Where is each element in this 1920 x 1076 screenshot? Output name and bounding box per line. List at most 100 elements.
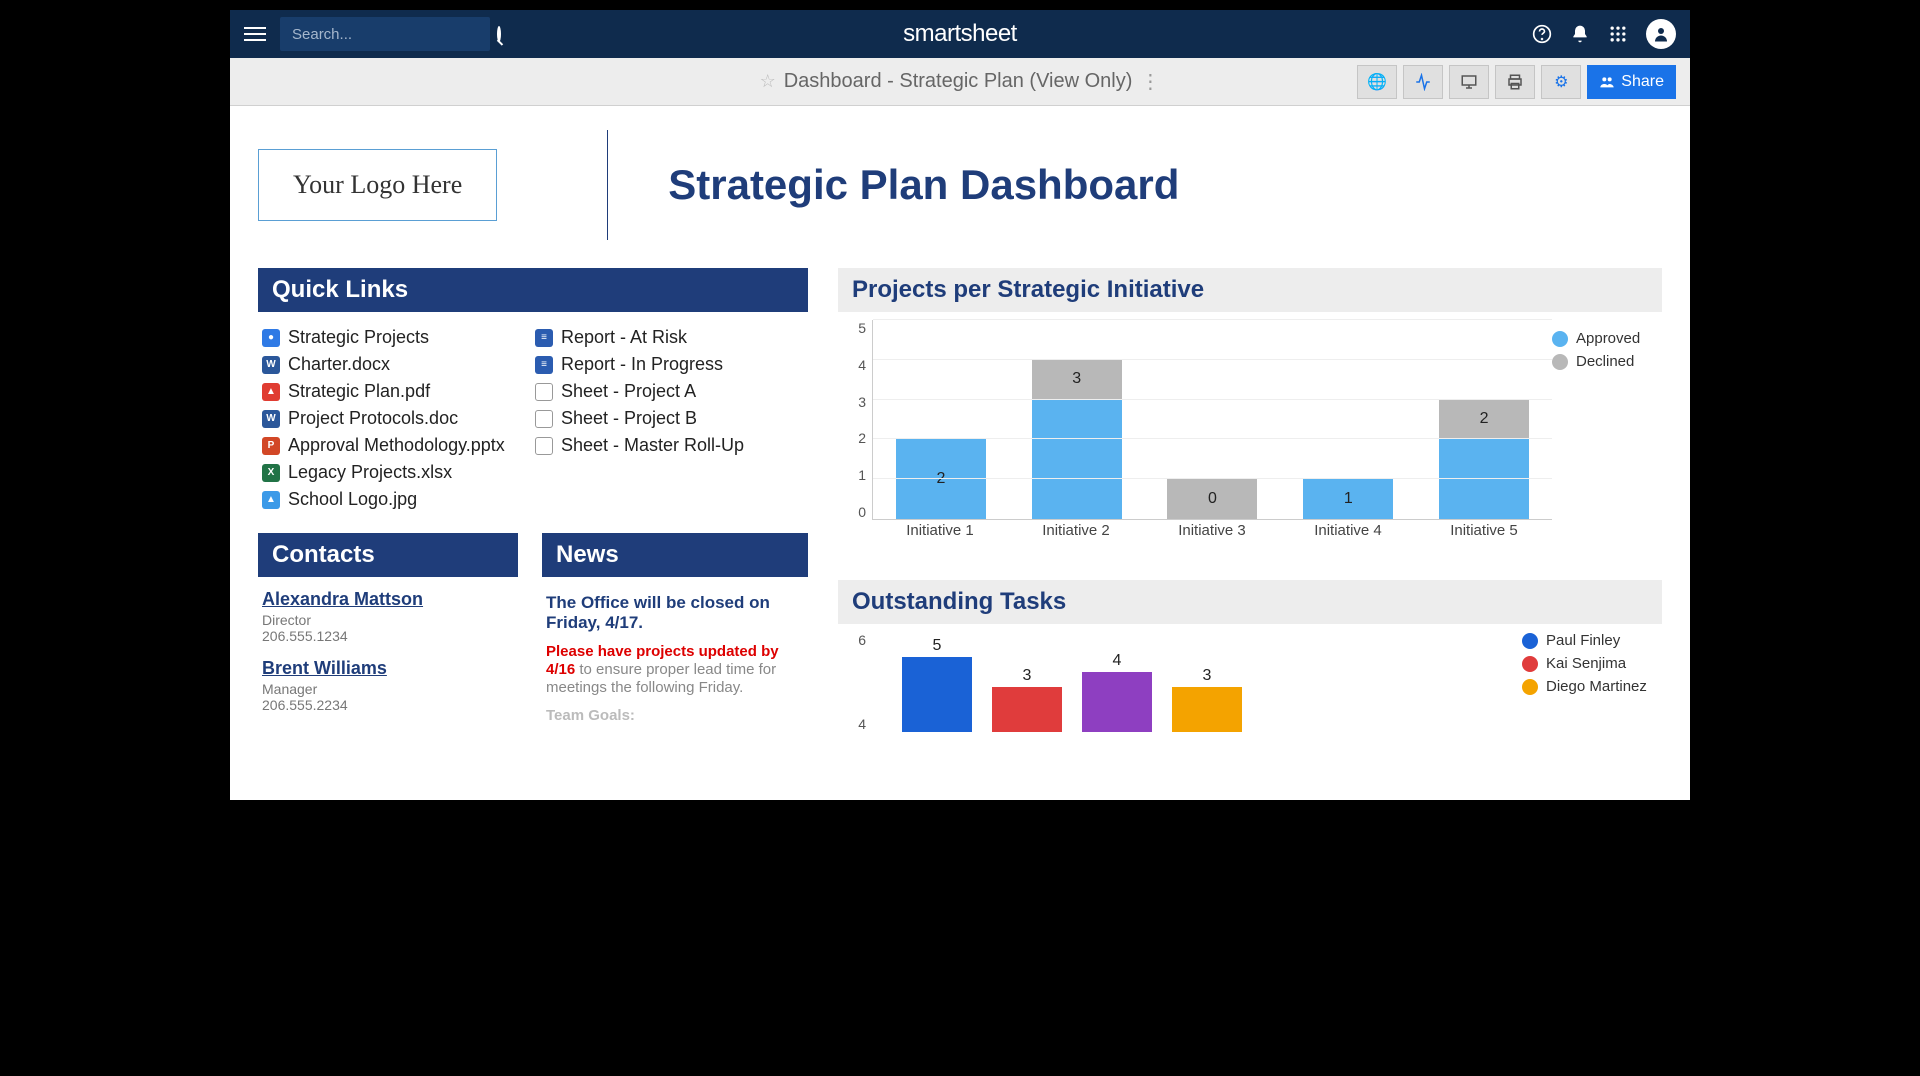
toolbar-actions: 🌐 ⚙ Share	[1357, 65, 1676, 99]
chart2-plot: 5 3 4 3	[872, 632, 1522, 732]
file-icon: W	[262, 356, 280, 374]
chart1-plot: 23012	[872, 320, 1552, 520]
xlabel: Initiative 1	[895, 522, 985, 550]
bar-rect	[1082, 672, 1152, 732]
chart1-xlabels: Initiative 1 Initiative 2 Initiative 3 Init…	[872, 522, 1552, 550]
quick-link-item[interactable]: Sheet - Master Roll-Up	[535, 432, 808, 459]
file-icon	[535, 410, 553, 428]
quick-link-item[interactable]: WCharter.docx	[262, 351, 535, 378]
contacts-panel: Contacts Alexandra Mattson Director 206.55…	[258, 533, 518, 728]
news-team-goals: Team Goals:	[546, 707, 804, 724]
document-title-area: ☆ Dashboard - Strategic Plan (View Only)…	[760, 69, 1161, 94]
contact-name[interactable]: Alexandra Mattson	[262, 589, 518, 610]
xlabel: Initiative 3	[1167, 522, 1257, 550]
document-title: Dashboard - Strategic Plan (View Only)	[784, 70, 1133, 93]
contact-item: Brent WilliamsManager206.555.2234	[262, 658, 518, 713]
legend-item: Declined	[1552, 353, 1662, 370]
chart2-bars: 5 3 4 3	[872, 632, 1522, 732]
quick-link-label: Report - At Risk	[561, 327, 687, 348]
chart1-bars: 23012	[873, 320, 1552, 519]
quick-links-col2: ≡Report - At Risk≡Report - In ProgressSh…	[535, 324, 808, 513]
legend-dot	[1522, 656, 1538, 672]
chart2-header: Outstanding Tasks	[838, 580, 1662, 624]
bar-value-label: 3	[1203, 667, 1212, 685]
chart2-yaxis: 64	[838, 632, 866, 732]
file-icon: ●	[262, 329, 280, 347]
xlabel: Initiative 2	[1031, 522, 1121, 550]
quick-link-label: Strategic Plan.pdf	[288, 381, 430, 402]
activity-button[interactable]	[1403, 65, 1443, 99]
quick-link-item[interactable]: ▲ Strategic Plan.pdf	[262, 378, 535, 405]
globe-button[interactable]: 🌐	[1357, 65, 1397, 99]
bar: 3	[992, 667, 1062, 732]
legend-item: Kai Senjima	[1522, 655, 1662, 672]
chart1-wrap: 012345 23012 Initiative 1Initiative 2Ini…	[838, 320, 1662, 550]
xlabel: Initiative 5	[1439, 522, 1529, 550]
quick-link-item[interactable]: ≡ Report - At Risk	[535, 324, 808, 351]
topbar: smartsheet	[230, 10, 1690, 58]
quick-link-item[interactable]: ▲School Logo.jpg	[262, 486, 535, 513]
contact-phone: 206.555.2234	[262, 697, 518, 713]
chart2-area: 64 5 3 4 3 Paul Finley Kai Senjima Diego Mart…	[838, 632, 1662, 732]
quick-link-label: Project Protocols.doc	[288, 408, 458, 429]
settings-button[interactable]: ⚙	[1541, 65, 1581, 99]
quick-link-item[interactable]: PApproval Methodology.pptx	[262, 432, 535, 459]
contact-item: Alexandra MattsonDirector206.555.1234	[262, 589, 518, 644]
file-icon: ≡	[535, 329, 553, 347]
quick-link-item[interactable]: ≡Report - In Progress	[535, 351, 808, 378]
quick-links-col1: ●Strategic ProjectsWCharter.docx ▲ Strateg…	[262, 324, 535, 513]
legend-label: Paul Finley	[1546, 632, 1620, 649]
bar-group: 0	[1167, 479, 1257, 519]
document-toolbar: ☆ Dashboard - Strategic Plan (View Only)…	[230, 58, 1690, 106]
contact-role: Director	[262, 612, 518, 628]
dashboard-content: Your Logo Here Strategic Plan Dashboard …	[230, 106, 1690, 756]
apps-icon[interactable]	[1608, 24, 1628, 44]
chart1-legend: Approved Declined	[1552, 320, 1662, 550]
star-icon[interactable]: ☆	[760, 71, 776, 92]
search-box[interactable]	[280, 17, 490, 51]
quick-link-label: Sheet - Master Roll-Up	[561, 435, 744, 456]
print-button[interactable]	[1495, 65, 1535, 99]
file-icon	[535, 437, 553, 455]
search-icon[interactable]	[497, 26, 501, 42]
logo-placeholder: Your Logo Here	[258, 149, 497, 221]
contacts-header: Contacts	[258, 533, 518, 577]
quick-link-label: Sheet - Project B	[561, 408, 697, 429]
bar-declined: 0	[1167, 479, 1257, 519]
chart1-header: Projects per Strategic Initiative	[838, 268, 1662, 312]
quick-link-item[interactable]: ●Strategic Projects	[262, 324, 535, 351]
news-body: The Office will be closed on Friday, 4/1…	[542, 589, 808, 728]
bar-rect	[992, 687, 1062, 732]
quick-link-item[interactable]: Sheet - Project B	[535, 405, 808, 432]
file-icon: P	[262, 437, 280, 455]
quick-link-item[interactable]: XLegacy Projects.xlsx	[262, 459, 535, 486]
help-icon[interactable]	[1532, 24, 1552, 44]
bell-icon[interactable]	[1570, 24, 1590, 44]
share-button[interactable]: Share	[1587, 65, 1676, 99]
avatar[interactable]	[1646, 19, 1676, 49]
bar-value-label: 3	[1023, 667, 1032, 685]
file-icon: ▲	[262, 383, 280, 401]
contact-name[interactable]: Brent Williams	[262, 658, 518, 679]
menu-icon[interactable]	[244, 23, 266, 45]
more-icon[interactable]: ⋮	[1140, 69, 1160, 94]
news-header: News	[542, 533, 808, 577]
chart1-area: 012345 23012 Initiative 1Initiative 2Ini…	[838, 320, 1552, 550]
left-column: Quick Links ●Strategic ProjectsWCharter.…	[258, 268, 808, 732]
search-input[interactable]	[292, 26, 491, 43]
quick-link-label: School Logo.jpg	[288, 489, 417, 510]
present-button[interactable]	[1449, 65, 1489, 99]
people-icon	[1599, 74, 1615, 90]
quick-link-item[interactable]: Sheet - Project A	[535, 378, 808, 405]
right-column: Projects per Strategic Initiative 012345…	[838, 268, 1662, 732]
news-rest: to ensure proper lead time for meetings …	[546, 661, 776, 696]
legend-item: Diego Martinez	[1522, 678, 1662, 695]
file-icon: ≡	[535, 356, 553, 374]
bar-value-label: 4	[1113, 652, 1122, 670]
bar-group: 2	[1439, 399, 1529, 519]
bar: 5	[902, 637, 972, 732]
legend-dot	[1552, 354, 1568, 370]
quick-link-item[interactable]: WProject Protocols.doc	[262, 405, 535, 432]
quick-links-body: ●Strategic ProjectsWCharter.docx ▲ Strateg…	[258, 324, 808, 513]
legend-label: Approved	[1576, 330, 1640, 347]
